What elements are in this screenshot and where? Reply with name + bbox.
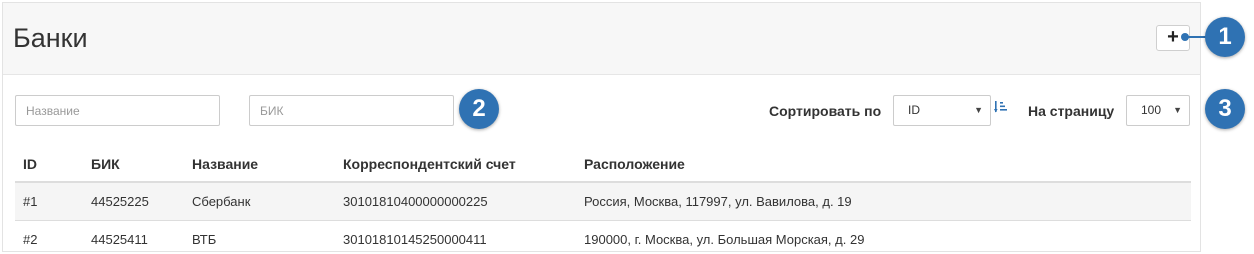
- per-page-select-value: 100: [1141, 103, 1162, 117]
- per-page-select[interactable]: 100 ▼: [1126, 95, 1190, 126]
- column-header-name[interactable]: Название: [192, 156, 258, 172]
- cell-location: Россия, Москва, 117997, ул. Вавилова, д.…: [584, 194, 852, 209]
- cell-location: 190000, г. Москва, ул. Большая Морская, …: [584, 232, 865, 247]
- callout-badge-2: 2: [459, 89, 499, 129]
- banks-panel: Банки + Сортировать по ID ▼ На страницу …: [2, 2, 1201, 252]
- sort-select[interactable]: ID ▼: [893, 95, 991, 126]
- per-page-label: На страницу: [1028, 103, 1115, 119]
- cell-bik: 44525225: [91, 194, 149, 209]
- cell-account: 30101810145250000411: [343, 232, 487, 247]
- table-row[interactable]: #1 44525225 Сбербанк 3010181040000000022…: [15, 183, 1191, 220]
- cell-id: #1: [23, 194, 38, 209]
- table-row[interactable]: #2 44525411 ВТБ 30101810145250000411 190…: [15, 221, 1191, 251]
- sort-select-value: ID: [908, 103, 920, 117]
- cell-bik: 44525411: [91, 232, 148, 247]
- chevron-down-icon: ▼: [1173, 105, 1182, 115]
- callout-badge-1: 1: [1205, 17, 1245, 57]
- column-header-id[interactable]: ID: [23, 156, 37, 172]
- name-filter-input[interactable]: [15, 95, 220, 126]
- sort-label: Сортировать по: [769, 103, 882, 119]
- cell-id: #2: [23, 232, 38, 247]
- panel-header: Банки +: [3, 3, 1200, 75]
- cell-account: 30101810400000000225: [343, 194, 488, 209]
- chevron-down-icon: ▼: [974, 105, 983, 115]
- cell-name: Сбербанк: [192, 194, 251, 209]
- sort-order-icon[interactable]: [994, 100, 1008, 114]
- cell-name: ВТБ: [192, 232, 217, 247]
- page-title: Банки: [13, 23, 88, 53]
- column-header-location[interactable]: Расположение: [584, 156, 685, 172]
- column-header-bik[interactable]: БИК: [91, 156, 120, 172]
- column-header-account[interactable]: Корреспондентский счет: [343, 156, 516, 172]
- callout-badge-3: 3: [1205, 89, 1245, 129]
- bik-filter-input[interactable]: [249, 95, 454, 126]
